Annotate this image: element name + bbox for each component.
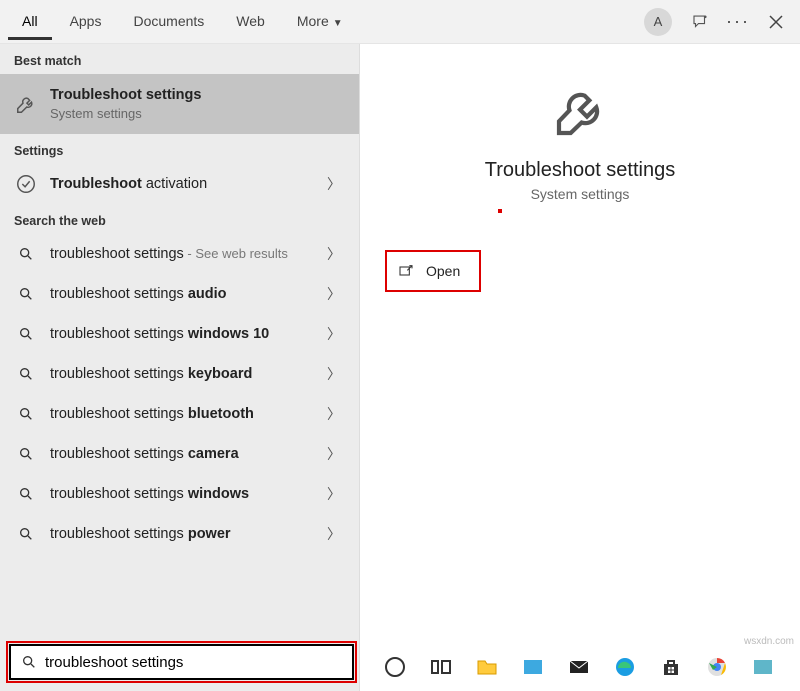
search-icon [14,402,38,426]
annotation-highlight [6,641,357,683]
feedback-icon[interactable] [690,12,710,32]
open-label: Open [426,263,460,279]
watermark: wsxdn.com [744,636,794,647]
tab-apps[interactable]: Apps [56,3,116,40]
open-button[interactable]: Open [388,253,478,289]
tab-documents[interactable]: Documents [119,3,218,40]
search-icon [14,442,38,466]
chevron-right-icon: 〉 [327,484,345,504]
best-match-title: Troubleshoot settings [50,87,201,103]
app-icon-blue[interactable] [516,650,550,684]
search-box[interactable] [9,644,354,680]
search-icon [14,522,38,546]
web-result-0[interactable]: troubleshoot settings - See web results … [0,234,359,274]
chevron-right-icon: 〉 [327,364,345,384]
top-tab-bar: All Apps Documents Web More▼ A ··· [0,0,800,44]
close-button[interactable] [766,12,786,32]
web-result-6[interactable]: troubleshoot settings windows 〉 [0,474,359,514]
wrench-icon [552,84,608,145]
preview-panel: Troubleshoot settings System settings Op… [360,44,800,691]
chevron-right-icon: 〉 [327,284,345,304]
best-match-label: Best match [0,44,359,74]
task-view-icon[interactable] [424,650,458,684]
cortana-icon[interactable] [378,650,412,684]
settings-result-activation[interactable]: Troubleshoot activation 〉 [0,164,359,204]
annotation-dot [498,209,502,213]
search-icon [14,242,38,266]
web-result-4[interactable]: troubleshoot settings bluetooth 〉 [0,394,359,434]
search-icon [21,654,37,670]
preview-title: Troubleshoot settings [485,159,675,182]
user-avatar[interactable]: A [644,8,672,36]
web-result-3[interactable]: troubleshoot settings keyboard 〉 [0,354,359,394]
chevron-right-icon: 〉 [327,174,345,194]
best-match-subtitle: System settings [50,106,345,122]
tab-more[interactable]: More▼ [283,3,357,40]
preview-subtitle: System settings [531,186,630,202]
app-icon-teal[interactable] [746,650,780,684]
annotation-highlight: Open [385,250,481,292]
chevron-right-icon: 〉 [327,404,345,424]
web-result-7[interactable]: troubleshoot settings power 〉 [0,514,359,554]
results-panel: Best match Troubleshoot settings System … [0,44,360,691]
search-icon [14,482,38,506]
taskbar [368,647,800,687]
search-input[interactable] [45,654,342,671]
more-options-icon[interactable]: ··· [728,12,748,32]
tab-all[interactable]: All [8,3,52,40]
wrench-icon [14,92,38,116]
web-result-1[interactable]: troubleshoot settings audio 〉 [0,274,359,314]
best-match-result[interactable]: Troubleshoot settings System settings [0,74,359,134]
search-icon [14,282,38,306]
web-result-5[interactable]: troubleshoot settings camera 〉 [0,434,359,474]
chevron-right-icon: 〉 [327,324,345,344]
search-icon [14,322,38,346]
settings-item-rest: activation [142,176,207,192]
file-explorer-icon[interactable] [470,650,504,684]
tab-web[interactable]: Web [222,3,279,40]
chrome-icon[interactable] [700,650,734,684]
edge-icon[interactable] [608,650,642,684]
settings-item-prefix: Troubleshoot [50,176,142,192]
open-icon [398,263,414,279]
chevron-right-icon: 〉 [327,244,345,264]
settings-label: Settings [0,134,359,164]
chevron-right-icon: 〉 [327,524,345,544]
search-icon [14,362,38,386]
store-icon[interactable] [654,650,688,684]
chevron-right-icon: 〉 [327,444,345,464]
checkmark-icon [14,172,38,196]
mail-icon[interactable] [562,650,596,684]
web-result-2[interactable]: troubleshoot settings windows 10 〉 [0,314,359,354]
search-web-label: Search the web [0,204,359,234]
